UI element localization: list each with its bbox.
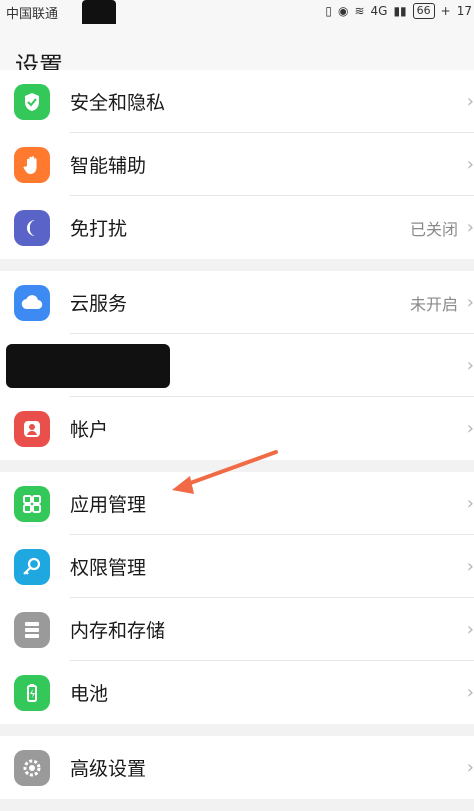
settings-group: 高级设置 › — [0, 736, 474, 799]
network-label: 4G — [370, 4, 388, 18]
gear-icon — [14, 749, 50, 786]
settings-group: 云服务 未开启 › › 帐户 › — [0, 271, 474, 460]
chevron-right-icon: › — [466, 619, 474, 640]
settings-item-label: 应用管理 — [70, 494, 147, 516]
account-icon — [14, 410, 50, 447]
battery-icon — [14, 674, 50, 711]
time-label: 17 — [456, 4, 472, 18]
settings-list: 安全和隐私 › 智能辅助 › 免打扰 已关闭 › 云服务 未开启 › › 帐户 › 应用管理 › 权限管理 › 内… — [0, 70, 474, 811]
settings-item-label: 云服务 — [70, 293, 128, 315]
charging-icon: + — [440, 4, 451, 18]
settings-item-value: 已关闭 — [409, 219, 458, 239]
chevron-right-icon: › — [466, 292, 474, 313]
vibrate-icon: ▯ — [325, 4, 332, 18]
settings-item-label: 安全和隐私 — [70, 92, 166, 114]
storage-icon — [14, 611, 50, 648]
settings-item-value: 未开启 — [409, 294, 458, 314]
settings-item-redacted[interactable]: › — [0, 334, 474, 397]
settings-item-label: 内存和存储 — [70, 620, 166, 642]
settings-item-label: 免打扰 — [70, 218, 128, 240]
cloud-icon — [14, 284, 50, 321]
chevron-right-icon: › — [466, 91, 474, 112]
settings-group: 应用管理 › 权限管理 › 内存和存储 › 电池 › — [0, 472, 474, 724]
settings-item[interactable]: 安全和隐私 › — [0, 70, 474, 133]
chevron-right-icon: › — [466, 757, 474, 778]
settings-item-label: 帐户 — [70, 419, 109, 441]
settings-item[interactable]: 高级设置 › — [0, 736, 474, 799]
shield-icon — [14, 83, 50, 120]
signal-icon: ▮▮ — [393, 4, 407, 18]
settings-item-label: 智能辅助 — [70, 155, 147, 177]
annotation-arrow — [172, 450, 278, 494]
eye-icon: ◉ — [337, 4, 349, 18]
settings-group: 安全和隐私 › 智能辅助 › 免打扰 已关闭 › — [0, 70, 474, 259]
settings-item[interactable]: 内存和存储 › — [0, 598, 474, 661]
settings-item-label: 权限管理 — [70, 557, 147, 579]
settings-item[interactable]: 权限管理 › — [0, 535, 474, 598]
battery-indicator: 66 — [412, 3, 435, 19]
chevron-right-icon: › — [466, 418, 474, 439]
carrier-label: 中国联通 — [6, 7, 59, 22]
settings-item-label: 电池 — [70, 683, 109, 705]
status-icons: ▯ ◉ ≋ 4G ▮▮ 66 + 17 — [325, 3, 472, 19]
chevron-right-icon: › — [466, 154, 474, 175]
settings-item[interactable]: 智能辅助 › — [0, 133, 474, 196]
hand-icon — [14, 146, 50, 183]
wifi-icon: ≋ — [354, 4, 365, 18]
settings-item[interactable]: 电池 › — [0, 661, 474, 724]
chevron-right-icon: › — [466, 682, 474, 703]
moon-icon — [14, 209, 50, 246]
chevron-right-icon: › — [466, 493, 474, 514]
redacted-block — [6, 344, 170, 388]
apps-grid-icon — [14, 485, 50, 522]
status-bar: 中国联通 ▯ ◉ ≋ 4G ▮▮ 66 + 17 — [0, 0, 474, 42]
chevron-right-icon: › — [466, 556, 474, 577]
chevron-right-icon: › — [466, 355, 474, 376]
settings-item[interactable]: 免打扰 已关闭 › — [0, 196, 474, 259]
chevron-right-icon: › — [466, 217, 474, 238]
settings-item-label: 高级设置 — [70, 758, 147, 780]
settings-item[interactable]: 云服务 未开启 › — [0, 271, 474, 334]
key-icon — [14, 548, 50, 585]
